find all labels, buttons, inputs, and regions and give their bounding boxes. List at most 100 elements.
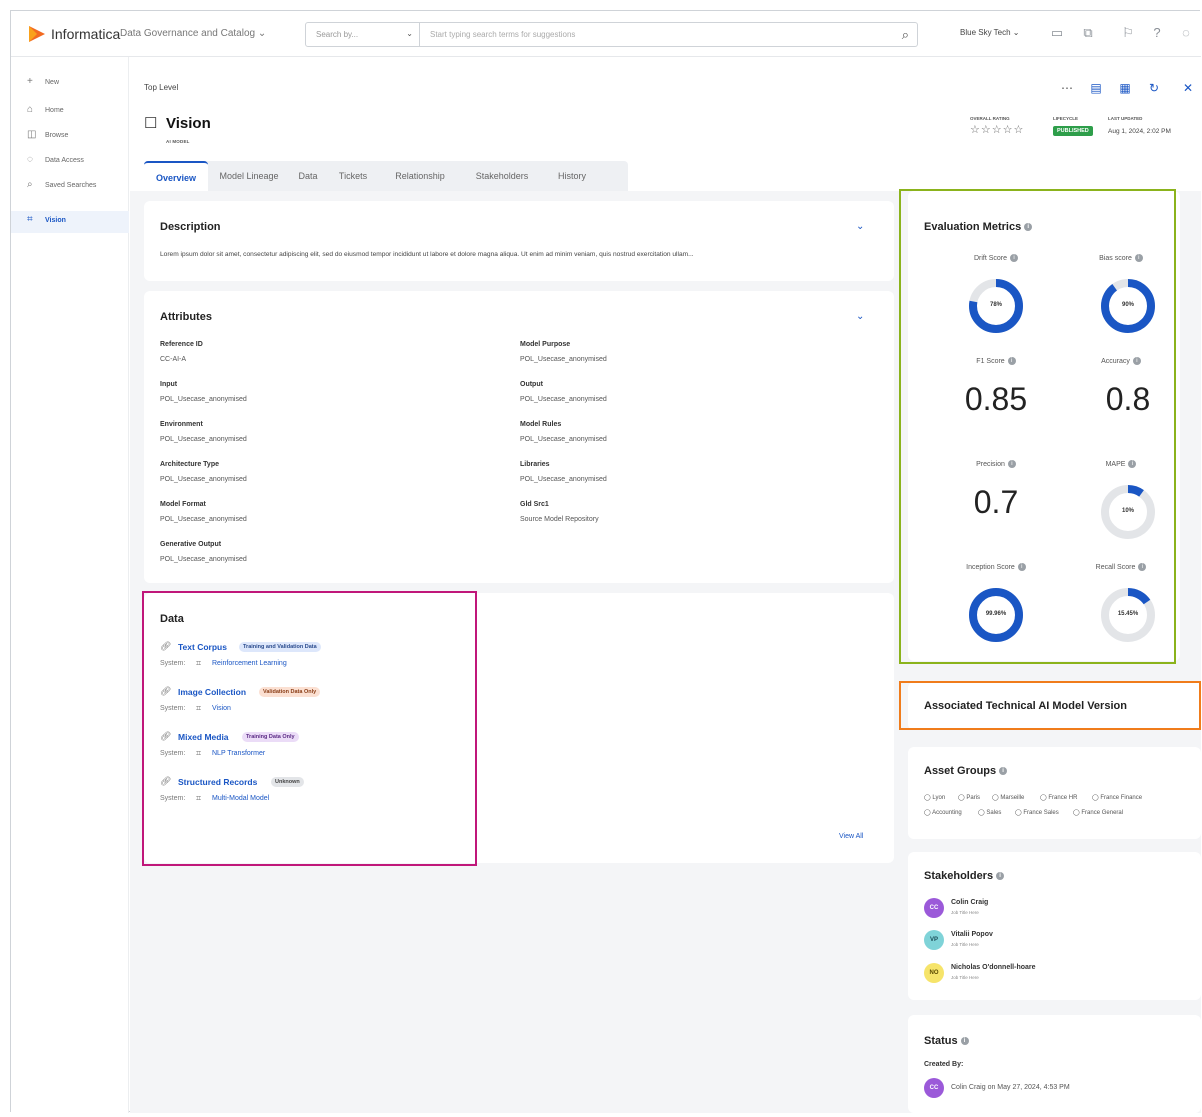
stakeholder-job: Job Title Here — [951, 910, 979, 915]
sidebar-item-label: Saved Searches — [45, 182, 97, 189]
tab-overview[interactable]: Overview — [144, 161, 208, 191]
info-icon[interactable]: i — [996, 872, 1005, 881]
avatar[interactable]: CC — [924, 1078, 944, 1098]
avatar[interactable]: NO — [924, 963, 944, 983]
page-title: Vision — [166, 115, 211, 132]
help-icon[interactable]: ? — [1148, 24, 1166, 42]
refresh-icon[interactable]: ↻ — [1145, 79, 1163, 97]
attr-label: Model Format — [160, 501, 206, 508]
more-icon[interactable]: ⋯ — [1058, 79, 1076, 97]
highlight-box — [899, 189, 1176, 664]
search-by-dropdown[interactable]: Search by... ⌄ — [305, 22, 420, 47]
product-switcher[interactable]: Data Governance and Catalog ⌄ — [120, 28, 266, 39]
tab-tickets[interactable]: Tickets — [328, 161, 378, 191]
rating-stars[interactable]: ☆☆☆☆☆ — [970, 123, 1024, 136]
asset-group-chip[interactable]: ◯ France Sales — [1015, 809, 1059, 816]
asset-group-chip[interactable]: ◯ France HR — [1040, 794, 1077, 801]
stakeholders-title-text: Stakeholders — [924, 870, 994, 882]
asset-group-chip[interactable]: ◯ Sales — [978, 809, 1001, 816]
inbox-icon[interactable]: ▭ — [1048, 24, 1066, 42]
search-input[interactable]: Start typing search terms for suggestion… — [420, 22, 918, 47]
stakeholder-name[interactable]: Nicholas O'donnell-hoare — [951, 964, 1036, 971]
sidebar-item-home[interactable]: ⌂ Home — [11, 101, 129, 121]
plus-icon: + — [27, 76, 33, 87]
highlight-box — [899, 681, 1201, 730]
description-card: Description ⌄ Lorem ipsum dolor sit amet… — [144, 201, 894, 281]
info-icon[interactable]: i — [960, 1037, 969, 1046]
home-icon: ⌂ — [27, 104, 34, 115]
details-icon[interactable]: ▤ — [1087, 79, 1105, 97]
asset-groups-title-text: Asset Groups — [924, 765, 997, 777]
attr-value: POL_Usecase_anonymised — [160, 556, 247, 563]
copy-icon[interactable]: ⧉ — [1079, 24, 1097, 42]
sidebar-item-new[interactable]: + New — [11, 73, 129, 93]
stakeholders-card: Stakeholders i CC Colin Craig Job Title H… — [908, 852, 1201, 1000]
attr-value: POL_Usecase_anonymised — [520, 476, 607, 483]
product-name: Data Governance and Catalog — [120, 28, 256, 39]
tab-data[interactable]: Data — [290, 161, 326, 191]
lifecycle-label: LIFECYCLE — [1053, 116, 1079, 121]
search-icon[interactable]: ⌕ — [902, 27, 909, 43]
created-by-label: Created By: — [924, 1061, 964, 1068]
asset-header: Top Level ☐ Vision AI MODEL ⋯ ▤ ▦ ↻ ✕ OV… — [130, 57, 1201, 191]
status-card: Status i Created By: CC Colin Craig on Ma… — [908, 1015, 1201, 1113]
chip-label: France Finance — [1100, 795, 1143, 801]
grid-icon[interactable]: ▦ — [1116, 79, 1134, 97]
informatica-logo-icon — [29, 26, 45, 42]
sidebar-item-label: Vision — [45, 217, 66, 224]
main-content: Top Level ☐ Vision AI MODEL ⋯ ▤ ▦ ↻ ✕ OV… — [130, 57, 1201, 1113]
close-icon[interactable]: ✕ — [1179, 79, 1197, 97]
asset-groups-card: Asset Groups i ◯ Lyon ◯ Paris ◯ Marseille… — [908, 747, 1201, 839]
breadcrumb[interactable]: Top Level — [144, 83, 178, 92]
sidebar-item-data-access[interactable]: ◌ Data Access — [11, 151, 129, 171]
attr-label: Input — [160, 381, 178, 388]
stakeholder-name[interactable]: Vitalii Popov — [951, 931, 993, 938]
chip-label: France HR — [1048, 795, 1078, 801]
status-badge: PUBLISHED — [1053, 126, 1093, 136]
status-title: Status i — [924, 1035, 969, 1047]
attr-label: Libraries — [520, 461, 550, 468]
chip-label: Lyon — [932, 795, 946, 801]
chevron-down-icon: ⌄ — [257, 28, 267, 39]
attributes-title: Attributes — [160, 311, 212, 323]
asset-group-chip[interactable]: ◯ Lyon — [924, 794, 945, 801]
tab-bar: Overview Model Lineage Data Tickets Rela… — [144, 161, 628, 191]
tab-model-lineage[interactable]: Model Lineage — [210, 161, 288, 191]
tab-relationship[interactable]: Relationship — [380, 161, 460, 191]
attr-value: Source Model Repository — [520, 516, 599, 523]
chevron-down-icon[interactable]: ⌄ — [856, 221, 864, 232]
stakeholders-title: Stakeholders i — [924, 870, 1005, 882]
attr-label: Generative Output — [160, 541, 222, 548]
edit-icon: ☐ — [144, 115, 158, 132]
attr-label: Environment — [160, 421, 203, 428]
sidebar-item-label: Browse — [45, 132, 69, 139]
asset-group-chip[interactable]: ◯ Paris — [958, 794, 980, 801]
browse-icon: ◫ — [27, 129, 37, 140]
attr-value: POL_Usecase_anonymised — [160, 436, 247, 443]
sidebar-item-vision[interactable]: ⌗ Vision — [11, 211, 129, 233]
asset-group-chip[interactable]: ◯ France Finance — [1092, 794, 1142, 801]
sidebar-item-browse[interactable]: ◫ Browse — [11, 126, 129, 146]
notification-icon[interactable]: ◌ — [1177, 24, 1195, 42]
tab-stakeholders[interactable]: Stakeholders — [462, 161, 542, 191]
view-all-link[interactable]: View All — [839, 833, 863, 840]
stakeholder-job: Job Title Here — [951, 942, 979, 947]
tab-history[interactable]: History — [544, 161, 600, 191]
avatar[interactable]: CC — [924, 898, 944, 918]
chip-label: Accounting — [932, 810, 962, 816]
chevron-down-icon[interactable]: ⌄ — [856, 311, 864, 322]
last-updated-value: Aug 1, 2024, 2:02 PM — [1108, 128, 1171, 135]
flag-icon[interactable]: ⚐ — [1119, 24, 1137, 42]
asset-group-chip[interactable]: ◯ France General — [1073, 809, 1123, 816]
avatar[interactable]: VP — [924, 930, 944, 950]
info-icon[interactable]: i — [999, 767, 1008, 776]
asset-group-chip[interactable]: ◯ Accounting — [924, 809, 962, 816]
sidebar-item-saved-searches[interactable]: ⌕ Saved Searches — [11, 176, 129, 196]
sidebar-item-label: New — [45, 79, 60, 86]
stakeholder-name[interactable]: Colin Craig — [951, 899, 988, 906]
saved-search-icon: ⌕ — [27, 179, 33, 190]
asset-group-chip[interactable]: ◯ Marseille — [992, 794, 1024, 801]
org-switcher[interactable]: Blue Sky Tech ⌄ — [960, 28, 1019, 37]
attr-value: CC-AI-A — [160, 356, 187, 363]
overall-rating-label: OVERALL RATING — [970, 116, 1010, 121]
